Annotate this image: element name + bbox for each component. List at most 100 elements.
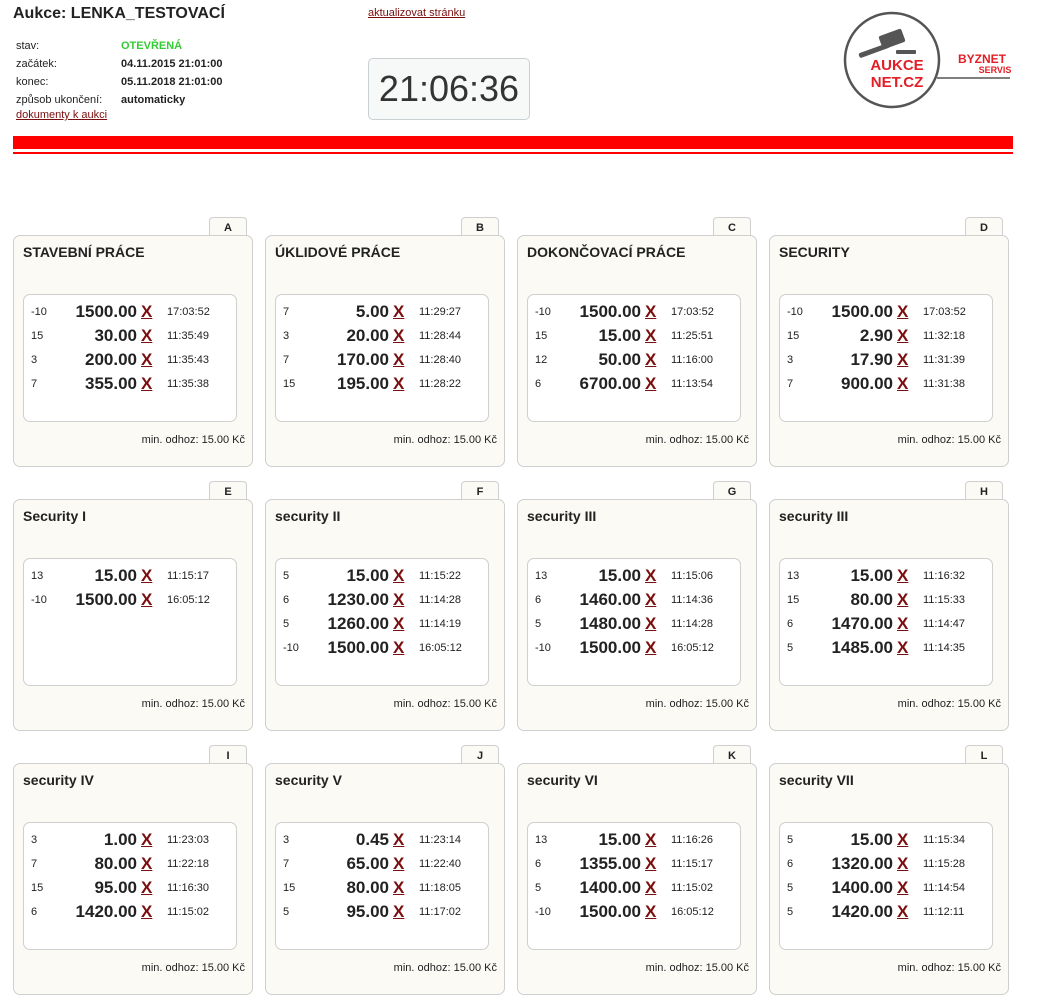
delete-bid-button[interactable]: X xyxy=(897,854,908,874)
delete-bid-button[interactable]: X xyxy=(393,302,404,322)
delete-bid-button[interactable]: X xyxy=(897,614,908,634)
delete-bid-button[interactable]: X xyxy=(645,638,656,658)
delete-bid-button[interactable]: X xyxy=(897,374,908,394)
delete-bid-button[interactable]: X xyxy=(141,326,152,346)
delete-bid-button[interactable]: X xyxy=(645,566,656,586)
lot-name: DOKONČOVACÍ PRÁCE xyxy=(527,244,686,260)
delete-bid-button[interactable]: X xyxy=(645,350,656,370)
documents-link[interactable]: dokumenty k aukci xyxy=(16,109,107,121)
bids-box: 13 15.00 X 11:15:17 -10 1500.00 X 16:05:12 xyxy=(23,558,237,686)
bid-price: 1485.00 xyxy=(831,638,893,657)
bid-price: 15.00 xyxy=(346,566,389,585)
delete-bid-button[interactable]: X xyxy=(393,902,404,922)
bid-price: 80.00 xyxy=(850,590,893,609)
bidder-number: 6 xyxy=(535,594,542,606)
delete-bid-button[interactable]: X xyxy=(645,590,656,610)
lot-card-d: D SECURITY -10 1500.00 X 17:03:52 15 2.90 X 11:32… xyxy=(769,217,1011,467)
delete-bid-button[interactable]: X xyxy=(897,350,908,370)
bidder-number: 5 xyxy=(787,834,794,846)
delete-bid-button[interactable]: X xyxy=(897,590,908,610)
bidder-number: -10 xyxy=(283,642,299,654)
lot-letter-tab: H xyxy=(965,481,1003,500)
delete-bid-button[interactable]: X xyxy=(141,854,152,874)
bid-row: 7 900.00 X 11:31:38 xyxy=(780,372,992,396)
delete-bid-button[interactable]: X xyxy=(645,878,656,898)
delete-bid-button[interactable]: X xyxy=(645,614,656,634)
delete-bid-button[interactable]: X xyxy=(897,830,908,850)
bid-price: 1230.00 xyxy=(327,590,389,609)
delete-bid-button[interactable]: X xyxy=(645,830,656,850)
delete-bid-button[interactable]: X xyxy=(897,302,908,322)
delete-bid-button[interactable]: X xyxy=(141,902,152,922)
bid-row: 15 15.00 X 11:25:51 xyxy=(528,324,740,348)
bid-time: 11:16:00 xyxy=(671,354,714,366)
bid-row: 6 6700.00 X 11:13:54 xyxy=(528,372,740,396)
bid-price: 30.00 xyxy=(94,326,137,345)
bid-price: 1420.00 xyxy=(75,902,137,921)
refresh-page-link[interactable]: aktualizovat stránku xyxy=(368,7,465,19)
header-red-line xyxy=(13,152,1013,154)
delete-bid-button[interactable]: X xyxy=(645,302,656,322)
delete-bid-button[interactable]: X xyxy=(393,638,404,658)
delete-bid-button[interactable]: X xyxy=(645,374,656,394)
bidder-number: 13 xyxy=(787,570,800,582)
delete-bid-button[interactable]: X xyxy=(393,830,404,850)
lot-card-e: E Security I 13 15.00 X 11:15:17 -10 1500.00 X 16… xyxy=(13,481,255,731)
auction-info-table: stav: OTEVŘENÁ začátek: 04.11.2015 21:01… xyxy=(16,37,223,109)
delete-bid-button[interactable]: X xyxy=(393,614,404,634)
bid-price: 170.00 xyxy=(337,350,389,369)
delete-bid-button[interactable]: X xyxy=(897,566,908,586)
delete-bid-button[interactable]: X xyxy=(897,326,908,346)
delete-bid-button[interactable]: X xyxy=(897,902,908,922)
delete-bid-button[interactable]: X xyxy=(645,902,656,922)
delete-bid-button[interactable]: X xyxy=(393,350,404,370)
bid-row: 15 80.00 X 11:18:05 xyxy=(276,876,488,900)
bidder-number: 7 xyxy=(283,858,290,870)
delete-bid-button[interactable]: X xyxy=(141,350,152,370)
delete-bid-button[interactable]: X xyxy=(141,302,152,322)
bid-row: 6 1470.00 X 11:14:47 xyxy=(780,612,992,636)
lot-card-l: Lsecurity VII 5 15.00 X 11:15:34 6 1320.00 X 11:… xyxy=(769,745,1011,995)
bids-box: 5 15.00 X 11:15:34 6 1320.00 X 11:15:28 5 1400.00… xyxy=(779,822,993,950)
bid-time: 11:15:34 xyxy=(923,834,966,846)
lot-name: security III xyxy=(779,508,849,524)
lot-card-i: Isecurity IV 3 1.00 X 11:23:03 7 80.00 X 11:22:1… xyxy=(13,745,255,995)
delete-bid-button[interactable]: X xyxy=(141,878,152,898)
delete-bid-button[interactable]: X xyxy=(393,326,404,346)
delete-bid-button[interactable]: X xyxy=(393,566,404,586)
bid-row: 12 50.00 X 11:16:00 xyxy=(528,348,740,372)
bid-time: 11:12:11 xyxy=(923,906,965,918)
bid-row: 5 1400.00 X 11:15:02 xyxy=(528,876,740,900)
delete-bid-button[interactable]: X xyxy=(393,374,404,394)
bid-price: 1480.00 xyxy=(579,614,641,633)
delete-bid-button[interactable]: X xyxy=(141,590,152,610)
bid-row: 3 17.90 X 11:31:39 xyxy=(780,348,992,372)
bid-time: 11:14:19 xyxy=(419,618,462,630)
bid-time: 16:05:12 xyxy=(671,906,714,918)
lot-letter-tab: I xyxy=(209,745,247,764)
bid-price: 1320.00 xyxy=(831,854,893,873)
delete-bid-button[interactable]: X xyxy=(897,878,908,898)
delete-bid-button[interactable]: X xyxy=(141,830,152,850)
delete-bid-button[interactable]: X xyxy=(897,638,908,658)
delete-bid-button[interactable]: X xyxy=(645,854,656,874)
bid-time: 11:32:18 xyxy=(923,330,966,342)
bidder-number: 13 xyxy=(535,570,548,582)
bid-price: 5.00 xyxy=(355,302,389,321)
bidder-number: 5 xyxy=(535,882,542,894)
delete-bid-button[interactable]: X xyxy=(645,326,656,346)
delete-bid-button[interactable]: X xyxy=(141,566,152,586)
min-bid-step: min. odhoz: 15.00 Kč xyxy=(393,962,497,974)
bidder-number: -10 xyxy=(535,306,551,318)
bid-time: 11:16:26 xyxy=(671,834,714,846)
bid-time: 11:15:02 xyxy=(167,906,210,918)
lot-name: security VII xyxy=(779,772,854,788)
delete-bid-button[interactable]: X xyxy=(393,854,404,874)
lot-panel: security III 13 15.00 X 11:15:06 6 1460.00 X 11:… xyxy=(517,499,757,731)
bidder-number: 5 xyxy=(787,906,794,918)
bidder-number: -10 xyxy=(535,906,551,918)
delete-bid-button[interactable]: X xyxy=(393,878,404,898)
delete-bid-button[interactable]: X xyxy=(393,590,404,610)
delete-bid-button[interactable]: X xyxy=(141,374,152,394)
min-bid-step: min. odhoz: 15.00 Kč xyxy=(897,962,1001,974)
